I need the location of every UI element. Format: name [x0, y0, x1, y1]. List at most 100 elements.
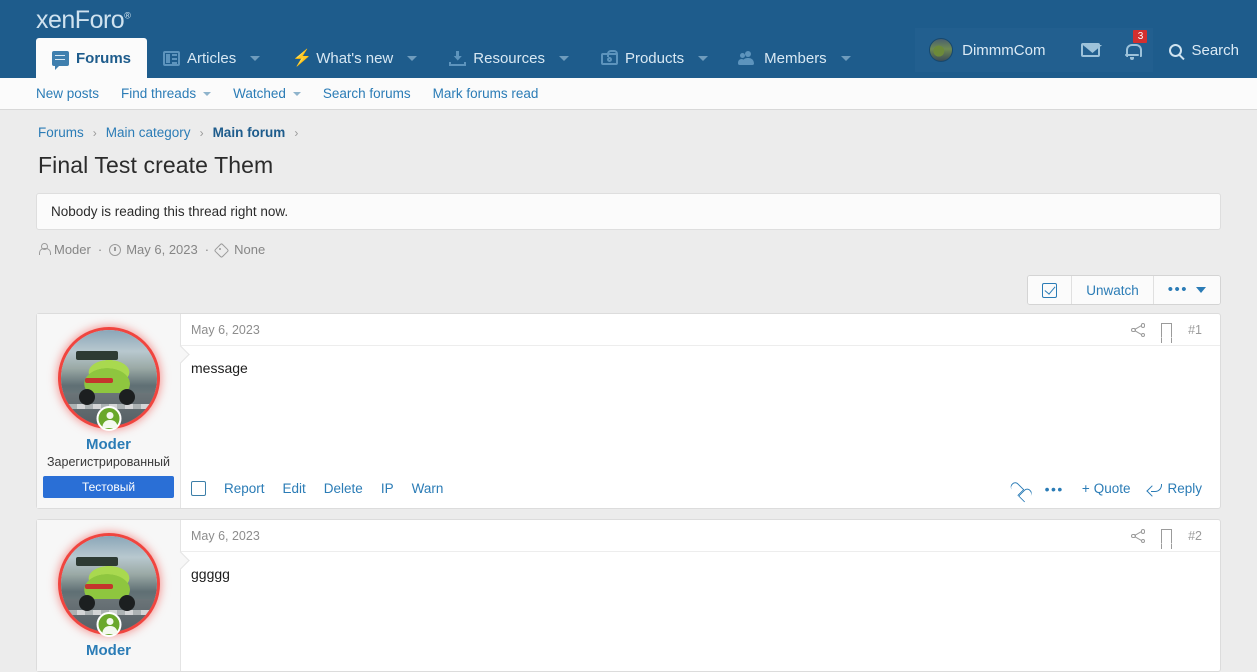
avatar[interactable] [60, 536, 157, 637]
user-bar: DimmmCom 3 Search [915, 28, 1257, 72]
post-author-banner: Тестовый [43, 476, 174, 498]
subnav-new-posts-label: New posts [36, 86, 100, 101]
checkbox-checked-icon [1042, 282, 1058, 298]
nav-tab-resources[interactable]: Resources [433, 38, 585, 78]
nav-tab-articles[interactable]: Articles [147, 38, 276, 78]
subnav-mark-forums-read-label: Mark forums read [432, 86, 539, 101]
avatar [929, 38, 954, 62]
logo-row: xenForo® [0, 0, 1257, 34]
post-message: ggggg [191, 566, 230, 582]
breadcrumb-item-forums[interactable]: Forums [38, 125, 84, 140]
breadcrumb-separator: › [199, 125, 204, 140]
thread-date: May 6, 2023 [109, 242, 198, 257]
thread-author[interactable]: Moder [38, 242, 91, 257]
post-warn-link[interactable]: Warn [412, 481, 444, 496]
online-status-icon [96, 406, 121, 431]
secondary-navigation: New posts Find threads Watched Search fo… [0, 78, 1257, 110]
alerts-badge: 3 [1133, 30, 1148, 43]
share-icon[interactable] [1131, 529, 1146, 543]
meta-separator: · [204, 242, 210, 257]
nav-tab-whats-new[interactable]: ⚡ What's new [276, 38, 433, 78]
chevron-down-icon[interactable] [292, 91, 301, 96]
bookmark-icon[interactable] [1161, 323, 1173, 337]
subnav-find-threads-label: Find threads [121, 86, 197, 101]
breadcrumb-item-main-forum[interactable]: Main forum [213, 125, 286, 140]
chevron-down-icon[interactable] [840, 55, 851, 61]
magnifier-icon [1169, 43, 1183, 57]
chevron-down-icon[interactable] [558, 55, 569, 61]
subnav-mark-forums-read[interactable]: Mark forums read [433, 86, 539, 101]
watch-toggle-button[interactable] [1028, 276, 1073, 304]
post-more-button[interactable]: ••• [1045, 482, 1064, 496]
post-date[interactable]: May 6, 2023 [191, 529, 260, 543]
person-icon [38, 243, 51, 256]
nav-tab-articles-label: Articles [187, 49, 237, 67]
share-icon[interactable] [1131, 323, 1146, 337]
post-footer-right: ••• + Quote Reply [1012, 481, 1202, 496]
breadcrumb-item-main-category[interactable]: Main category [106, 125, 191, 140]
envelope-icon [1080, 43, 1100, 57]
thread-action-row: Unwatch ••• [36, 275, 1221, 305]
bell-icon [1125, 43, 1143, 60]
post-select-checkbox[interactable] [191, 481, 206, 496]
nav-tab-products-label: Products [624, 49, 685, 67]
post-quote-button[interactable]: + Quote [1082, 481, 1131, 496]
nav-tab-resources-label: Resources [473, 49, 545, 67]
post-delete-link[interactable]: Delete [324, 481, 363, 496]
shopping-bag-icon [600, 50, 618, 65]
thread-date-label: May 6, 2023 [126, 242, 198, 257]
post-number[interactable]: #1 [1188, 323, 1202, 337]
subnav-watched-label: Watched [233, 86, 286, 101]
thread-meta: Moder · May 6, 2023 · None [36, 242, 1221, 257]
avatar-car-light [84, 378, 114, 383]
avatar[interactable] [60, 330, 157, 431]
post-number[interactable]: #2 [1188, 529, 1202, 543]
nav-tab-products[interactable]: Products [585, 38, 724, 78]
logo-registered-mark: ® [124, 11, 131, 21]
subnav-search-forums[interactable]: Search forums [323, 86, 411, 101]
thread-more-button[interactable]: ••• [1153, 276, 1220, 304]
nav-tab-forums[interactable]: Forums [36, 38, 148, 78]
chevron-down-icon[interactable] [203, 91, 212, 96]
post-date[interactable]: May 6, 2023 [191, 323, 260, 337]
post-header-actions: #2 [1131, 529, 1202, 543]
avatar-car-wing [75, 557, 119, 566]
post-author-name[interactable]: Moder [43, 436, 174, 453]
chevron-down-icon[interactable] [250, 55, 261, 61]
clock-icon [109, 243, 122, 256]
search-button[interactable]: Search [1153, 28, 1257, 72]
subnav-find-threads[interactable]: Find threads [121, 86, 212, 101]
article-list-icon [163, 50, 181, 66]
thread-notice: Nobody is reading this thread right now. [36, 193, 1221, 230]
chevron-down-icon[interactable] [698, 55, 709, 61]
subnav-watched[interactable]: Watched [233, 86, 301, 101]
unwatch-button[interactable]: Unwatch [1072, 276, 1154, 304]
nav-tab-forums-label: Forums [76, 49, 132, 67]
post-edit-link[interactable]: Edit [283, 481, 306, 496]
post: Moder May 6, 2023 #2 ggggg [36, 519, 1221, 672]
site-header: xenForo® Forums Articles ⚡ What's new Re… [0, 0, 1257, 78]
post-main: May 6, 2023 #2 ggggg [181, 520, 1220, 671]
post-header: May 6, 2023 #1 [181, 314, 1220, 346]
post-author-block: Moder Зарегистрированный Тестовый [37, 314, 181, 508]
post-report-link[interactable]: Report [224, 481, 265, 496]
post-reply-button[interactable]: Reply [1148, 481, 1202, 496]
nav-tab-members[interactable]: Members [724, 38, 867, 78]
post-author-name[interactable]: Moder [43, 642, 174, 659]
post-ip-link[interactable]: IP [381, 481, 394, 496]
post-reply-label: Reply [1167, 481, 1202, 496]
heart-icon[interactable] [1012, 482, 1027, 496]
thread-tags[interactable]: None [216, 242, 265, 257]
post-message: message [191, 360, 248, 376]
inbox-button[interactable] [1069, 28, 1111, 72]
alerts-button[interactable]: 3 [1111, 28, 1153, 72]
page-title: Final Test create Them [38, 152, 274, 178]
download-box-icon [449, 50, 467, 66]
breadcrumb-separator: › [294, 125, 299, 140]
meta-separator: · [97, 242, 103, 257]
chevron-down-icon[interactable] [407, 55, 418, 61]
lightning-bolt-icon: ⚡ [292, 49, 313, 67]
bookmark-icon[interactable] [1161, 529, 1173, 543]
account-menu[interactable]: DimmmCom 3 [915, 28, 1154, 72]
subnav-new-posts[interactable]: New posts [36, 86, 99, 101]
